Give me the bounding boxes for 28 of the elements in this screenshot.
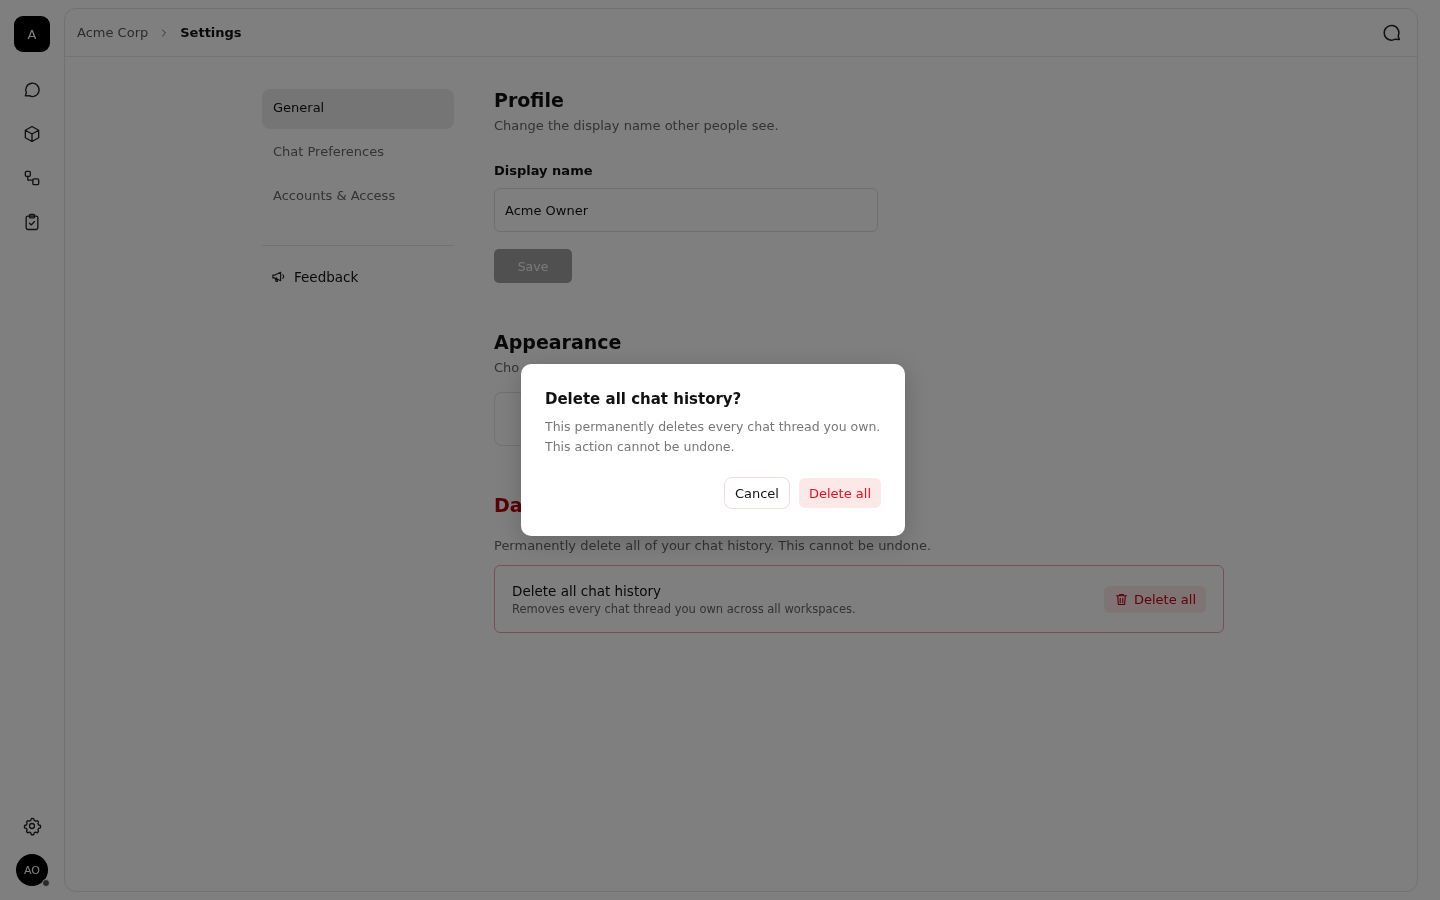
user-avatar[interactable]: AO (16, 854, 48, 886)
section-description: Change the display name other people see. (494, 118, 779, 133)
setting-description: Removes every chat thread you own across all workspaces. (512, 602, 856, 616)
cube-icon (22, 124, 42, 144)
section-heading: Profile (494, 89, 564, 111)
cancel-button[interactable]: Cancel (723, 477, 790, 509)
breadcrumb-current: Settings (180, 25, 242, 40)
dialog-message: This permanently deletes every chat thread you own. This action cannot be undone. (545, 418, 881, 456)
chat-bubble-icon (22, 80, 42, 100)
field-label: Display name (494, 163, 593, 178)
delete-all-button[interactable]: Delete all (798, 478, 881, 508)
settings-nav-item[interactable]: Accounts & Access (262, 177, 454, 217)
delete-all-button[interactable]: Delete all (1103, 586, 1206, 613)
trash-icon (1113, 592, 1129, 607)
section-description: Permanently delete all of your chat history. This cannot be undone. (494, 538, 932, 553)
feedback-link[interactable]: Feedback (262, 264, 454, 289)
section-heading: Appearance (494, 331, 622, 353)
nodes-icon (22, 168, 42, 188)
setting-title: Delete all chat history (512, 583, 662, 599)
settings-nav-item[interactable]: Chat Preferences (262, 133, 454, 173)
section-description: Cho (494, 360, 520, 375)
breadcrumb-link[interactable]: Acme Corp (77, 25, 149, 40)
display-name-field[interactable]: Acme Owner (494, 188, 878, 232)
settings-icon (22, 816, 42, 836)
dialog-title: Delete all chat history? (545, 390, 743, 408)
settings-nav-item[interactable]: General (262, 89, 454, 129)
workspace-logo[interactable]: A (14, 16, 50, 52)
section-heading: Da (494, 494, 523, 516)
